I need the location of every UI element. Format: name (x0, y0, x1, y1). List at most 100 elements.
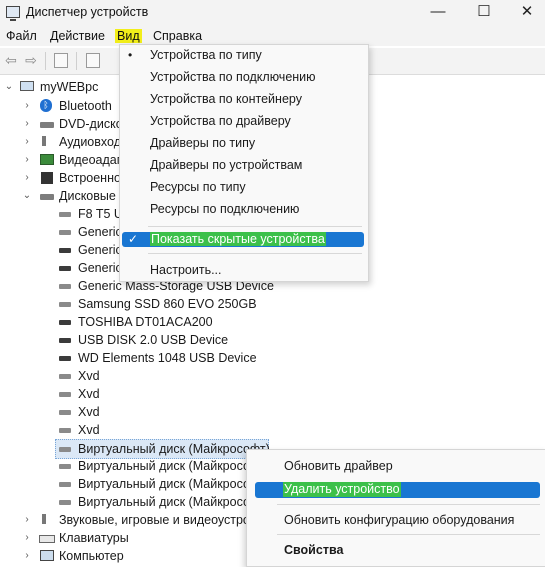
disk-item-selected[interactable]: Виртуальный диск (Майкрософт) (55, 439, 270, 459)
expand-chevron-icon[interactable]: › (22, 529, 32, 547)
category-label: Аудиовход (59, 135, 121, 149)
category-bluetooth[interactable]: › ᛒ Bluetooth (0, 97, 120, 115)
expand-chevron-icon[interactable]: › (22, 547, 32, 565)
category-audio-inputs[interactable]: › Аудиовход (0, 133, 121, 151)
category-label: Видеоадап (59, 153, 124, 167)
disk-item-label: USB DISK 2.0 USB Device (78, 333, 229, 347)
disk-item[interactable]: TOSHIBA DT01ACA200 (0, 313, 265, 331)
disk-item-label: WD Elements 1048 USB Device (78, 351, 257, 365)
category-dvd[interactable]: › DVD-диско (0, 115, 122, 133)
customize-item[interactable]: Настроить... (120, 260, 368, 280)
disk-item-label: Виртуальный диск (Майкросо (78, 459, 250, 473)
collapse-chevron-icon[interactable]: ⌄ (4, 78, 14, 96)
disk-item-label: F8 T5 U (78, 207, 123, 221)
expand-chevron-icon[interactable]: › (22, 511, 32, 529)
disk-item-label: Xvd (78, 423, 100, 437)
show-hidden-devices-item[interactable]: ✓ Показать скрытые устройства (122, 232, 364, 247)
view-by-connection-item[interactable]: Устройства по подключению (120, 67, 368, 87)
disk-item-label: Generic (78, 261, 122, 275)
category-disks[interactable]: ⌄ Дисковые (0, 187, 120, 205)
radio-bullet-icon: • (128, 48, 133, 62)
view-by-driver-item[interactable]: Устройства по драйверу (120, 111, 368, 131)
disk-item[interactable]: WD Elements 1048 USB Device (0, 349, 265, 367)
update-driver-item[interactable]: Обновить драйвер (247, 456, 545, 476)
view-by-type-item[interactable]: • Устройства по типу (120, 45, 368, 65)
computer-icon (20, 81, 34, 91)
category-sound[interactable]: › Звуковые, игровые и видеоустрой (0, 511, 257, 529)
properties-icon[interactable] (54, 53, 68, 68)
disk-item-label: Виртуальный диск (Майкросо (78, 477, 250, 491)
category-label: Компьютер (59, 549, 124, 563)
disk-icon (59, 302, 71, 307)
menu-item-label: Устройства по драйверу (150, 114, 291, 128)
menu-file[interactable]: Файл (6, 29, 37, 43)
toolbar-separator (45, 52, 46, 70)
expand-chevron-icon[interactable]: › (22, 169, 32, 187)
uninstall-device-item[interactable]: Удалить устройство (255, 482, 540, 498)
disk-item[interactable]: Виртуальный диск (Майкросо (0, 493, 250, 511)
resources-by-connection-item[interactable]: Ресурсы по подключению (120, 199, 368, 219)
maximize-button[interactable]: ☐ (461, 0, 507, 26)
menu-separator (277, 534, 540, 535)
disk-item[interactable]: Xvd (0, 367, 245, 385)
menu-bar: Файл Действие Вид Справка (0, 26, 545, 46)
menu-separator (148, 226, 362, 227)
disk-item-label: TOSHIBA DT01ACA200 (78, 315, 213, 329)
menu-item-label: Драйверы по устройствам (150, 158, 303, 172)
disk-item[interactable]: USB DISK 2.0 USB Device (0, 331, 265, 349)
disk-icon (59, 230, 71, 235)
back-arrow-icon[interactable]: ⇦ (2, 52, 20, 69)
disk-icon (59, 248, 71, 253)
disk-item[interactable]: Samsung SSD 860 EVO 250GB (0, 295, 265, 313)
drivers-by-device-item[interactable]: Драйверы по устройствам (120, 155, 368, 175)
expand-chevron-icon[interactable]: › (22, 151, 32, 169)
properties-item[interactable]: Свойства (247, 540, 545, 560)
resources-by-type-item[interactable]: Ресурсы по типу (120, 177, 368, 197)
category-video[interactable]: › Видеоадап (0, 151, 124, 169)
disk-icon (59, 374, 71, 379)
monitor-icon (40, 154, 54, 165)
expand-chevron-icon[interactable]: › (22, 115, 32, 133)
disk-icon (59, 410, 71, 415)
category-builtin[interactable]: › Встроенно (0, 169, 121, 187)
menu-item-label: Показать скрытые устройства (150, 232, 326, 246)
menu-item-label: Свойства (284, 543, 344, 557)
view-by-container-item[interactable]: Устройства по контейнеру (120, 89, 368, 109)
help-doc-icon[interactable] (86, 53, 100, 68)
disk-item[interactable]: Xvd (0, 421, 245, 439)
drivers-by-type-item[interactable]: Драйверы по типу (120, 133, 368, 153)
scan-hardware-changes-item[interactable]: Обновить конфигурацию оборудования (247, 510, 545, 530)
disk-icon (59, 266, 71, 271)
view-menu-dropdown: • Устройства по типу Устройства по подкл… (119, 44, 369, 282)
close-button[interactable]: ✕ (504, 0, 545, 26)
category-label: Дисковые (59, 189, 116, 203)
toolbar-separator (76, 52, 77, 70)
expand-chevron-icon[interactable]: › (22, 133, 32, 151)
tree-root[interactable]: ⌄ myWEBpc (0, 78, 120, 96)
menu-action[interactable]: Действие (50, 29, 105, 43)
disk-item[interactable]: Виртуальный диск (Майкросо (0, 475, 250, 493)
collapse-chevron-icon[interactable]: ⌄ (22, 187, 32, 205)
minimize-button[interactable]: — (415, 0, 461, 26)
category-label: Bluetooth (59, 99, 112, 113)
disk-item-label: Generic (78, 225, 122, 239)
menu-item-label: Обновить конфигурацию оборудования (284, 513, 515, 527)
category-label: Встроенно (59, 171, 121, 185)
disk-drive-icon (40, 194, 54, 200)
device-manager-app-icon (6, 6, 20, 21)
disk-icon (59, 284, 71, 289)
forward-arrow-icon[interactable]: ⇨ (22, 52, 40, 69)
disk-item[interactable]: Xvd (0, 403, 245, 421)
category-computer[interactable]: › Компьютер (0, 547, 245, 565)
menu-view[interactable]: Вид (115, 29, 142, 43)
disk-icon (59, 320, 71, 325)
expand-chevron-icon[interactable]: › (22, 97, 32, 115)
disk-item[interactable]: Виртуальный диск (Майкросо (0, 457, 250, 475)
menu-item-label: Драйверы по типу (150, 136, 256, 150)
disk-item[interactable]: Xvd (0, 385, 245, 403)
menu-help[interactable]: Справка (153, 29, 202, 43)
dvd-drive-icon (40, 122, 54, 128)
category-label: Звуковые, игровые и видеоустрой (59, 513, 257, 527)
category-keyboards[interactable]: › Клавиатуры (0, 529, 245, 547)
menu-item-label: Настроить... (150, 263, 222, 277)
